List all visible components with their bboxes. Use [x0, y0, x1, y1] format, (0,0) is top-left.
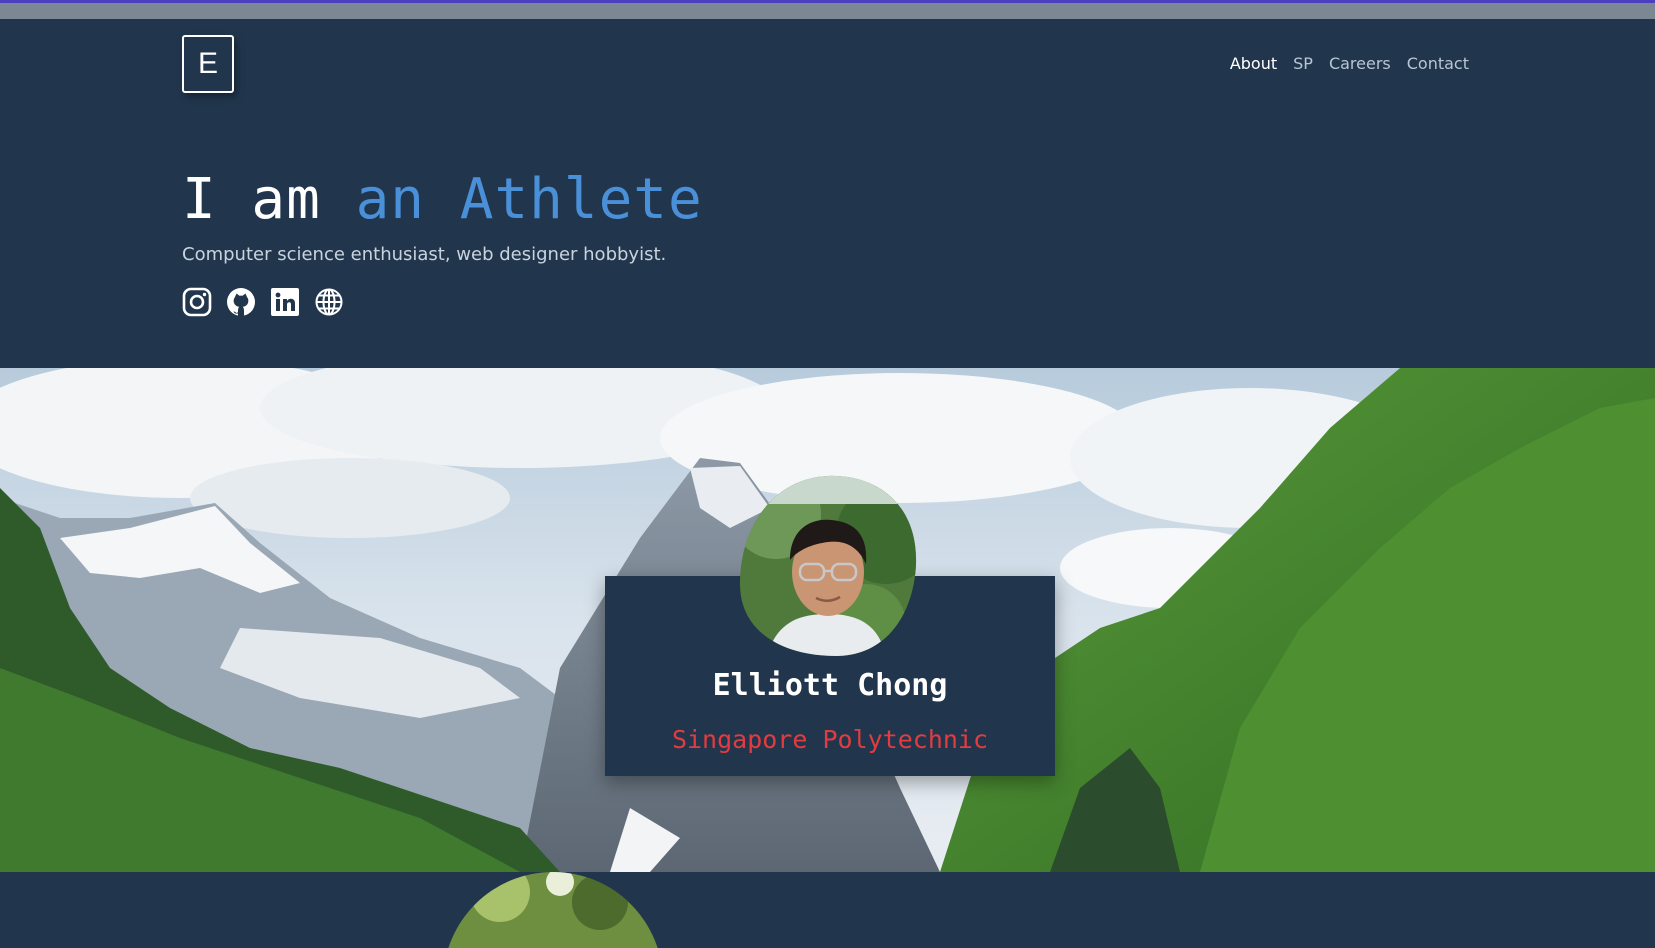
nav-careers[interactable]: Careers [1329, 54, 1391, 73]
profile-photo [740, 475, 917, 656]
profile-name: Elliott Chong [712, 668, 948, 703]
headline-role: an Athlete [355, 167, 703, 232]
logo[interactable]: E [182, 35, 234, 93]
instagram-icon[interactable] [182, 287, 212, 317]
linkedin-icon[interactable] [270, 287, 300, 317]
globe-icon[interactable] [314, 287, 344, 317]
nav-contact[interactable]: Contact [1407, 54, 1469, 73]
nav-about[interactable]: About [1230, 54, 1277, 73]
github-icon[interactable] [226, 287, 256, 317]
page-subtitle: Computer science enthusiast, web designe… [182, 244, 667, 265]
top-accent-line [0, 0, 1655, 3]
headline-prefix: I am [182, 167, 356, 232]
next-section [0, 872, 1655, 948]
page-headline: I am an Athlete [182, 167, 703, 232]
main-nav: About SP Careers Contact [1230, 54, 1469, 73]
site-header: E About SP Careers Contact I am an Athle… [0, 19, 1655, 368]
hero-banner: Elliott Chong Singapore Polytechnic [0, 368, 1655, 872]
social-links [182, 287, 344, 317]
nav-sp[interactable]: SP [1293, 54, 1313, 73]
next-section-image [443, 872, 663, 948]
profile-school: Singapore Polytechnic [671, 725, 989, 754]
